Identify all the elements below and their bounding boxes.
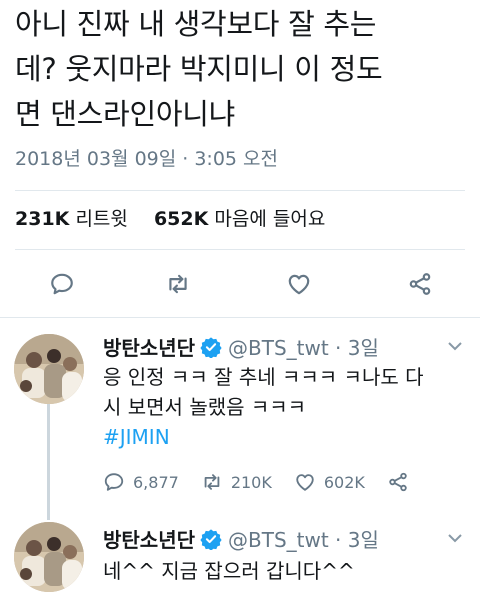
like-button[interactable]: 602K [294,471,365,493]
retweet-icon [204,474,220,490]
retweets-label[interactable]: 리트윗 [75,208,127,230]
like-count: 602K [323,472,365,492]
chevron-down-icon[interactable] [446,529,464,547]
share-icon [389,472,407,492]
retweet-icon [169,274,187,294]
avatar-image [14,334,84,404]
tweet-text-line: 면 댄스라인아니냐 [15,97,235,131]
reply-count: 6,877 [133,472,179,492]
tweet-text-line: 데? 웃지마라 박지미니 이 정도 [15,52,383,86]
verified-badge-icon [200,528,222,550]
tweet-action-bar [0,264,480,304]
avatar[interactable] [14,522,84,592]
reply-author-name[interactable]: 방탄소년단 [103,524,195,553]
tweet-stats: 231K 리트윗 652K 마음에 들어요 [15,204,325,231]
reply-handle[interactable]: @BTS_twt · 3일 [228,332,379,361]
like-button[interactable] [279,264,319,304]
reply-handle[interactable]: @BTS_twt · 3일 [228,524,379,553]
likes-label[interactable]: 마음에 들어요 [214,208,325,230]
reply-header: 방탄소년단 @BTS_twt · 3일 [103,332,379,361]
avatar[interactable] [14,334,84,404]
reply-action-bar: 6,877 210K 602K [103,467,439,497]
divider [15,190,465,191]
reply-author-name[interactable]: 방탄소년단 [103,332,195,361]
reply-text-line: 네^^ 지금 잡으러 갑니다^^ [103,559,355,583]
like-icon [296,474,314,491]
reply-text-line: 응 인정 ㅋㅋ 잘 추네 ㅋㅋㅋ ㅋ나도 다 [103,365,424,389]
share-icon [409,273,431,295]
avatar-image [14,522,84,592]
likes-count[interactable]: 652K [154,208,208,230]
reply-icon [104,473,124,491]
retweets-count[interactable]: 231K [15,208,69,230]
retweet-button[interactable]: 210K [201,471,272,493]
reply-text: 응 인정 ㅋㅋ 잘 추네 ㅋㅋㅋ ㅋ나도 다 시 보면서 놀랬음 ㅋㅋㅋ [103,362,463,422]
retweet-button[interactable] [158,264,198,304]
tweet-timestamp[interactable]: 2018년 03월 09일 · 3:05 오전 [15,144,278,171]
retweet-count: 210K [230,472,272,492]
tweet-text-line: 아니 진짜 내 생각보다 잘 추는 [15,7,377,41]
reply-text-line: 시 보면서 놀랬음 ㅋㅋㅋ [103,395,307,419]
hashtag-link[interactable]: #JIMIN [103,425,170,449]
reply-header: 방탄소년단 @BTS_twt · 3일 [103,524,379,553]
divider [15,249,465,250]
reply-icon [51,273,73,295]
reply-button[interactable]: 6,877 [103,471,179,493]
share-button[interactable] [387,471,417,493]
like-icon [288,274,310,295]
divider [0,317,480,318]
reply-button[interactable] [42,264,82,304]
reply-text: 네^^ 지금 잡으러 갑니다^^ [103,556,463,586]
tweet-text: 아니 진짜 내 생각보다 잘 추는 데? 웃지마라 박지미니 이 정도 면 댄스… [15,2,470,137]
thread-line [47,402,50,520]
share-button[interactable] [400,264,440,304]
chevron-down-icon[interactable] [446,337,464,355]
verified-badge-icon [200,336,222,358]
